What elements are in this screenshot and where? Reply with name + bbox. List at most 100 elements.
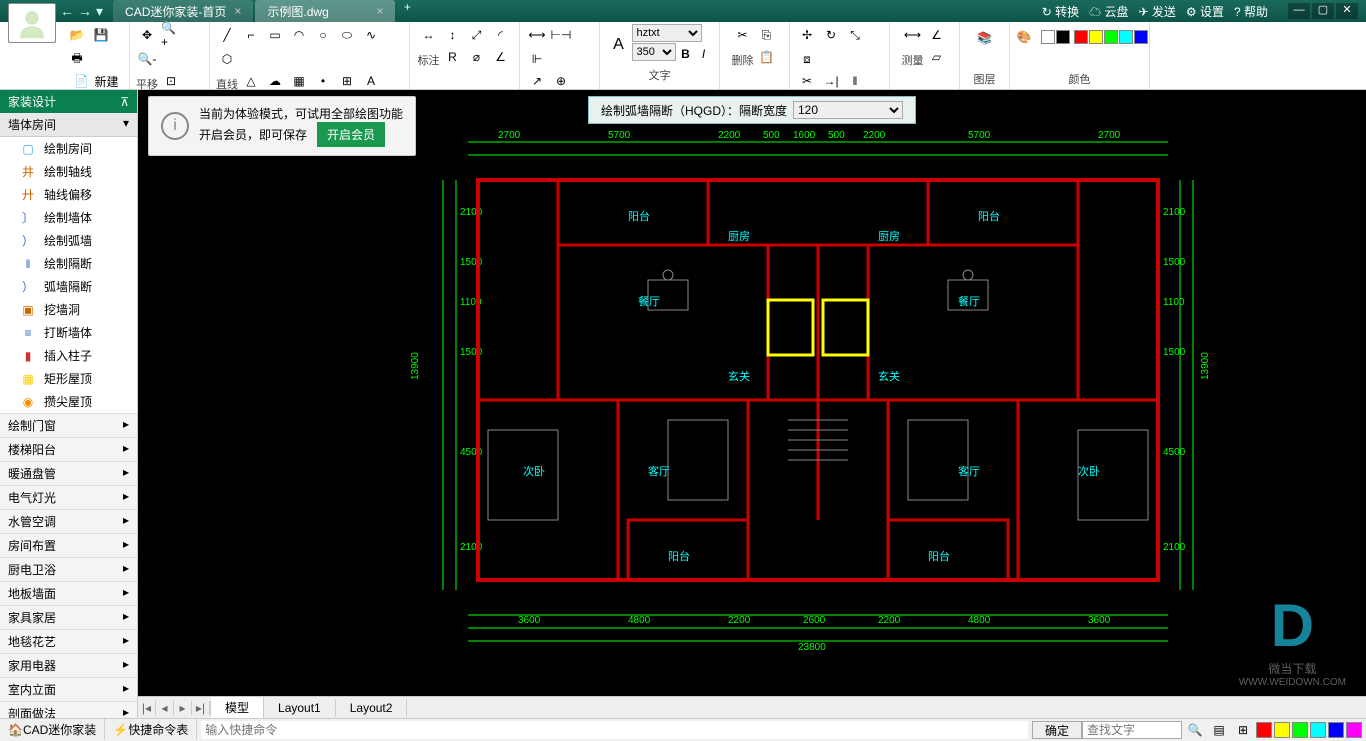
zoom-in-icon[interactable]: 🔍+ [160,24,182,46]
dim-align-icon[interactable]: ⤢ [466,24,488,46]
center-icon[interactable]: ⊕ [550,70,572,92]
dim-cont-icon[interactable]: ⊢⊣ [550,24,572,46]
move-icon[interactable]: ✢ [796,24,818,46]
shortcut-table-button[interactable]: ⚡快捷命令表 [105,719,197,740]
close-button[interactable]: ✕ [1336,3,1358,19]
ellipse-icon[interactable]: ⬭ [336,24,358,46]
scale-icon[interactable]: ⤡ [844,24,866,46]
sidebar-item-0[interactable]: ▢绘制房间 [0,137,137,160]
color-red[interactable] [1074,30,1088,44]
prev-tab-icon[interactable]: ◂ [156,701,174,715]
pin-icon[interactable]: ⊼ [120,95,129,109]
sidebar-item-11[interactable]: ◉攒尖屋顶 [0,390,137,413]
sidebar-section-wall[interactable]: 墙体房间▾ [0,113,137,137]
sidebar-item-6[interactable]: ）弧墙隔断 [0,275,137,298]
drawing-canvas[interactable]: i 当前为体验模式，可试用全部绘图功能 开启会员，即可保存 开启会员 绘制弧墙隔… [138,90,1366,718]
sidebar-cat-12[interactable]: 剖面做法▸ [0,701,137,718]
tab-home[interactable]: CAD迷你家装-首页× [113,0,253,22]
sb-color-green[interactable] [1292,722,1308,738]
size-select[interactable]: 350 [632,43,676,61]
sidebar-item-4[interactable]: ）绘制弧墙 [0,229,137,252]
arc-icon[interactable]: ◠ [288,24,310,46]
forward-icon[interactable]: → [78,3,92,20]
extend-icon[interactable]: →| [820,70,842,92]
trim-icon[interactable]: ✂ [796,70,818,92]
tab-model[interactable]: 模型 [211,697,264,718]
hatch-icon[interactable]: ▦ [288,70,310,92]
line-icon[interactable]: ╱ [216,24,238,46]
first-tab-icon[interactable]: |◂ [138,701,156,715]
sidebar-cat-3[interactable]: 电气灯光▸ [0,485,137,509]
new-icon[interactable]: 📄 [70,70,92,92]
color-green[interactable] [1104,30,1118,44]
polyline-icon[interactable]: ⌐ [240,24,262,46]
next-tab-icon[interactable]: ▸ [174,701,192,715]
sidebar-cat-8[interactable]: 家具家居▸ [0,605,137,629]
sidebar-item-3[interactable]: 〕绘制墙体 [0,206,137,229]
tab-layout1[interactable]: Layout1 [264,699,336,717]
mirror-icon[interactable]: ⧈ [796,48,818,70]
sidebar-cat-6[interactable]: 厨电卫浴▸ [0,557,137,581]
minimize-button[interactable]: — [1288,3,1310,19]
pan-icon[interactable]: ✥ [136,24,158,46]
dim-linear-icon[interactable]: ⟷ [526,24,548,46]
copy-icon[interactable]: ⎘ [756,24,778,46]
tab-layout2[interactable]: Layout2 [336,699,408,717]
search-input[interactable] [1082,721,1182,739]
tri-icon[interactable]: △ [240,70,262,92]
sb-color-magenta[interactable] [1346,722,1362,738]
italic-button[interactable]: I [696,43,712,65]
area-icon[interactable]: ▱ [926,46,948,68]
color-cyan[interactable] [1119,30,1133,44]
add-tab-button[interactable]: + [397,0,417,22]
sidebar-item-5[interactable]: ‖绘制隔断 [0,252,137,275]
sb-color-cyan[interactable] [1310,722,1326,738]
color-blue[interactable] [1134,30,1148,44]
angle-icon[interactable]: ∠ [926,24,948,46]
command-input[interactable] [201,721,1028,739]
block-icon[interactable]: ⊞ [336,70,358,92]
zoom-out-icon[interactable]: 🔍- [136,48,158,70]
sb-tool2[interactable]: ⊞ [1232,719,1254,741]
zoom-window-icon[interactable]: ⊡ [160,70,182,92]
text-a-icon[interactable]: A [608,34,630,56]
ok-button[interactable]: 确定 [1032,721,1082,739]
sidebar-header[interactable]: 家装设计⊼ [0,90,137,113]
spline-icon[interactable]: ∿ [360,24,382,46]
open-icon[interactable]: 📂 [66,24,88,46]
sidebar-cat-2[interactable]: 暖通盘管▸ [0,461,137,485]
search-icon[interactable]: 🔍 [1184,719,1206,741]
dropdown-icon[interactable]: ▾ [96,3,103,20]
sidebar-item-1[interactable]: 井绘制轴线 [0,160,137,183]
paste-icon[interactable]: 📋 [756,46,778,68]
sidebar-item-10[interactable]: ▦矩形屋顶 [0,367,137,390]
dim-arc-icon[interactable]: ◜ [490,24,512,46]
text-icon[interactable]: A [360,70,382,92]
close-icon[interactable]: × [234,4,241,18]
dim-angle-icon[interactable]: ∠ [490,46,512,68]
last-tab-icon[interactable]: ▸| [192,701,210,715]
sidebar-cat-0[interactable]: 绘制门窗▸ [0,413,137,437]
rect-icon[interactable]: ▭ [264,24,286,46]
circle-icon[interactable]: ○ [312,24,334,46]
font-select[interactable]: hztxt [632,24,702,42]
sb-color-yellow[interactable] [1274,722,1290,738]
rotate-icon[interactable]: ↻ [820,24,842,46]
color-wheel-icon[interactable]: 🎨 [1011,24,1037,50]
color-white[interactable] [1041,30,1055,44]
layer-icon[interactable]: 📚 [971,24,999,52]
close-icon[interactable]: × [376,4,383,18]
sidebar-item-9[interactable]: ▮插入柱子 [0,344,137,367]
cloud-icon[interactable]: ☁ [264,70,286,92]
dim-radius-icon[interactable]: R [442,46,464,68]
leader-icon[interactable]: ↗ [526,70,548,92]
dim-v-icon[interactable]: ↕ [442,24,464,46]
cloud-button[interactable]: ☁ 云盘 [1089,3,1128,20]
save-icon[interactable]: 💾 [90,24,112,46]
sidebar-item-2[interactable]: 廾轴线偏移 [0,183,137,206]
dim-base-icon[interactable]: ⊩ [526,48,548,70]
dist-icon[interactable]: ⟷ [902,24,924,46]
sidebar-cat-10[interactable]: 家用电器▸ [0,653,137,677]
sidebar-cat-11[interactable]: 室内立面▸ [0,677,137,701]
print-icon[interactable]: 🖶 [66,48,88,70]
